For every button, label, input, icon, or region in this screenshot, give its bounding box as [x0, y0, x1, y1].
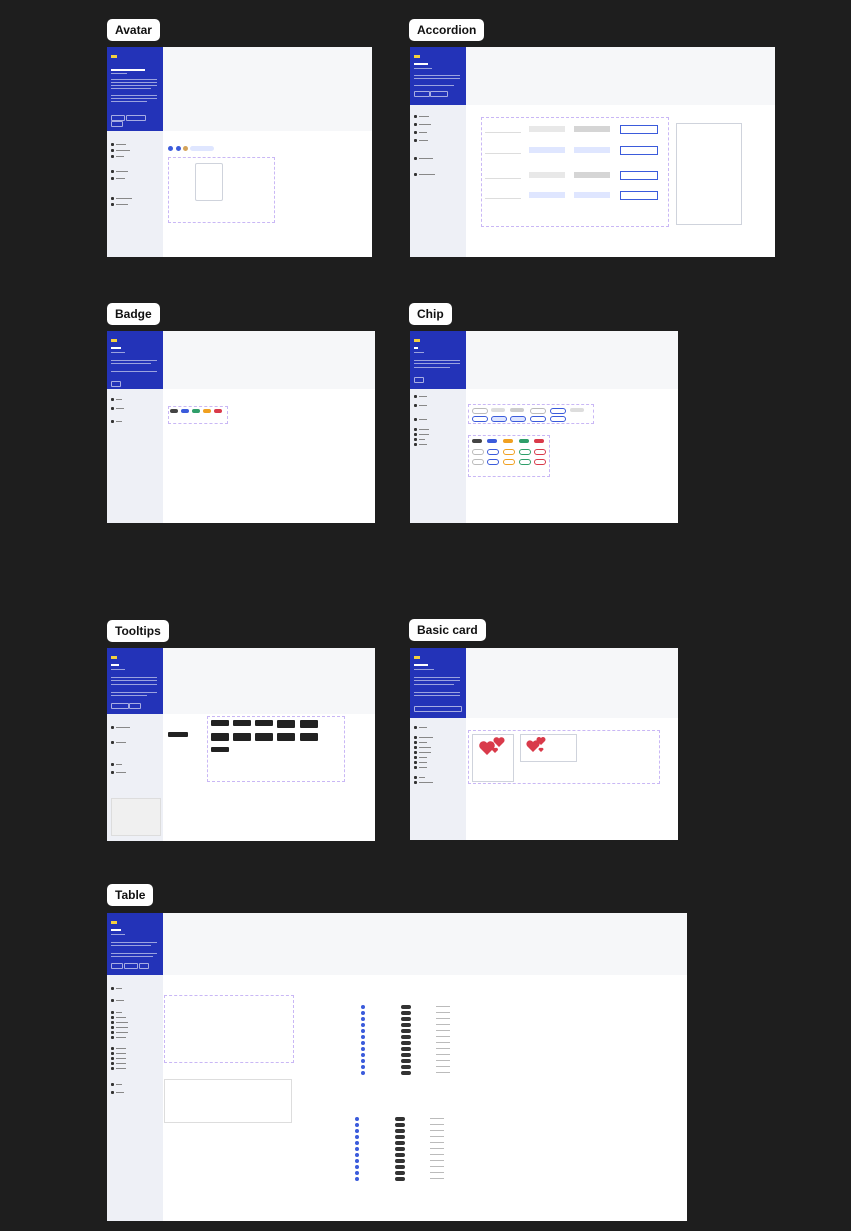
hero-panel [410, 648, 466, 718]
table-row [355, 1123, 485, 1127]
table-row [355, 1171, 485, 1175]
avatar-dropdown [195, 163, 223, 201]
badge-frame [107, 331, 375, 523]
table-row [361, 1029, 491, 1033]
table-row [355, 1117, 485, 1121]
hero-panel [410, 47, 466, 105]
table-cell-set [164, 995, 294, 1063]
frame-label-accordion: Accordion [409, 19, 485, 41]
table-row [355, 1159, 485, 1163]
basic-card-frame [410, 648, 678, 840]
table-row [355, 1135, 485, 1139]
top-bar [466, 331, 678, 389]
chip-frame [410, 331, 678, 523]
brand-logo [111, 656, 117, 659]
table-row [361, 1041, 491, 1045]
table-row [355, 1141, 485, 1145]
top-bar [466, 648, 678, 718]
table-row [361, 1047, 491, 1051]
hero-panel [107, 47, 163, 131]
avatar-frame [107, 47, 372, 257]
hearts-image [479, 737, 505, 755]
table-cell-set-2 [164, 1079, 292, 1123]
table-frame [107, 913, 687, 1221]
brand-logo [111, 339, 117, 342]
top-bar [466, 47, 775, 105]
top-bar [163, 331, 375, 389]
hero-panel [410, 331, 466, 389]
brand-logo [414, 55, 420, 58]
avatar-row [168, 146, 228, 152]
top-bar [163, 648, 375, 714]
frame-label-table: Table [107, 884, 154, 906]
frame-label-tooltips: Tooltips [107, 620, 169, 642]
frame-label-basic-card: Basic card [409, 619, 486, 641]
tooltip-sample [168, 732, 188, 737]
hero-panel [107, 913, 163, 975]
tooltips-frame [107, 648, 375, 841]
table-row [361, 1053, 491, 1057]
frame-label-avatar: Avatar [107, 19, 160, 41]
hearts-image [526, 737, 546, 752]
card-vertical [472, 734, 514, 782]
table-row [361, 1071, 491, 1075]
hero-panel [107, 648, 163, 714]
brand-logo [111, 921, 117, 924]
table-row [361, 1059, 491, 1063]
accordion-list-panel [676, 123, 742, 225]
card-horizontal [520, 734, 577, 762]
brand-logo [414, 656, 420, 659]
frame-label-badge: Badge [107, 303, 160, 325]
table-row [355, 1153, 485, 1157]
table-row [361, 1011, 491, 1015]
table-row [355, 1147, 485, 1151]
table-row [355, 1177, 485, 1181]
table-row [361, 1005, 491, 1009]
table-row [361, 1017, 491, 1021]
brand-logo [111, 55, 117, 58]
table-row [361, 1023, 491, 1027]
hero-panel [107, 331, 163, 389]
tooltip-preview-image [111, 798, 161, 836]
top-bar [163, 47, 372, 131]
table-row [355, 1129, 485, 1133]
table-row [361, 1065, 491, 1069]
frame-label-chip: Chip [409, 303, 452, 325]
accordion-frame [410, 47, 775, 257]
table-row [355, 1165, 485, 1169]
top-bar [163, 913, 687, 975]
brand-logo [414, 339, 420, 342]
table-row [361, 1035, 491, 1039]
